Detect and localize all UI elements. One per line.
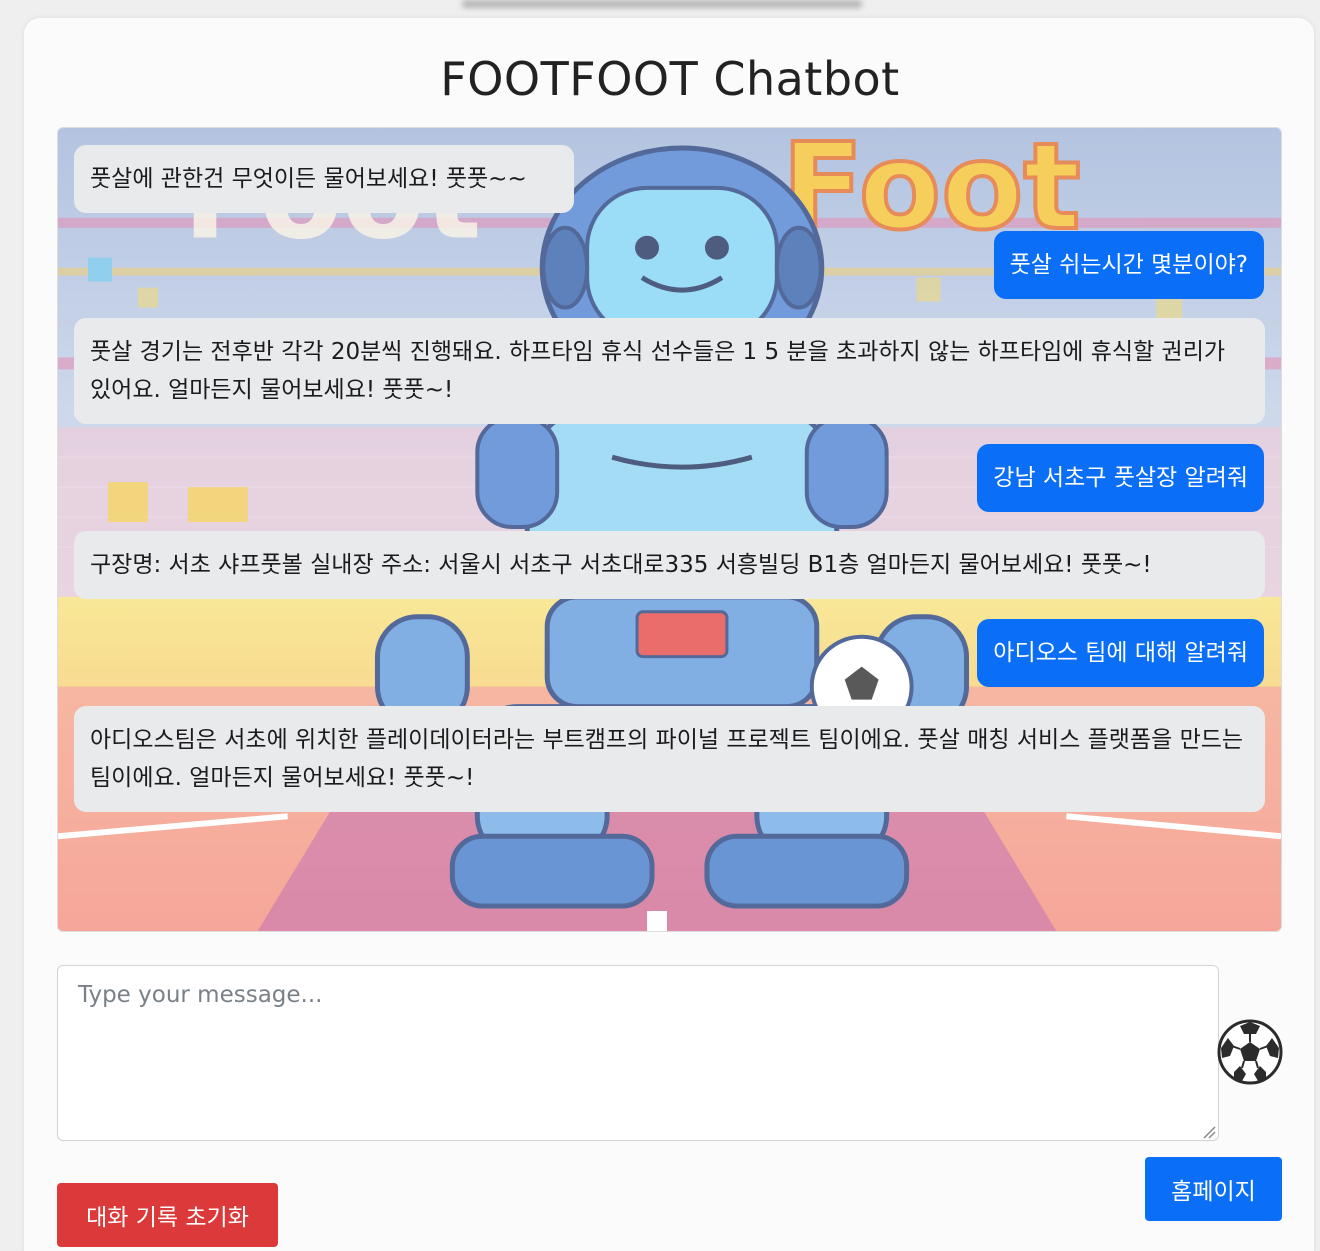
chat-window[interactable]: Foot Foot: [57, 127, 1282, 932]
user-message: 풋살 쉬는시간 몇분이야?: [993, 231, 1264, 299]
bot-message: 구장명: 서초 샤프풋볼 실내장 주소: 서울시 서초구 서초대로335 서흥빌…: [74, 531, 1265, 599]
home-button[interactable]: 홈페이지: [1145, 1157, 1282, 1221]
page-title: FOOTFOOT Chatbot: [440, 52, 900, 106]
bot-message: 풋살 경기는 전후반 각각 20분씩 진행돼요. 하프타임 휴식 선수들은 1 …: [74, 318, 1265, 424]
top-blurred-text: [462, 0, 862, 8]
user-message: 아디오스 팀에 대해 알려줘: [977, 619, 1264, 687]
bot-message: 아디오스팀은 서초에 위치한 플레이데이터라는 부트캠프의 파이널 프로젝트 팀…: [74, 706, 1265, 812]
message-input[interactable]: [57, 965, 1219, 1141]
resize-handle-icon[interactable]: [1200, 1123, 1216, 1139]
bot-message: 풋살에 관한건 무엇이든 물어보세요! 풋풋~~: [74, 145, 574, 213]
user-message: 강남 서초구 풋살장 알려줘: [977, 444, 1264, 512]
soccer-ball-icon[interactable]: [1216, 1018, 1284, 1086]
reset-history-button[interactable]: 대화 기록 초기화: [57, 1183, 278, 1247]
